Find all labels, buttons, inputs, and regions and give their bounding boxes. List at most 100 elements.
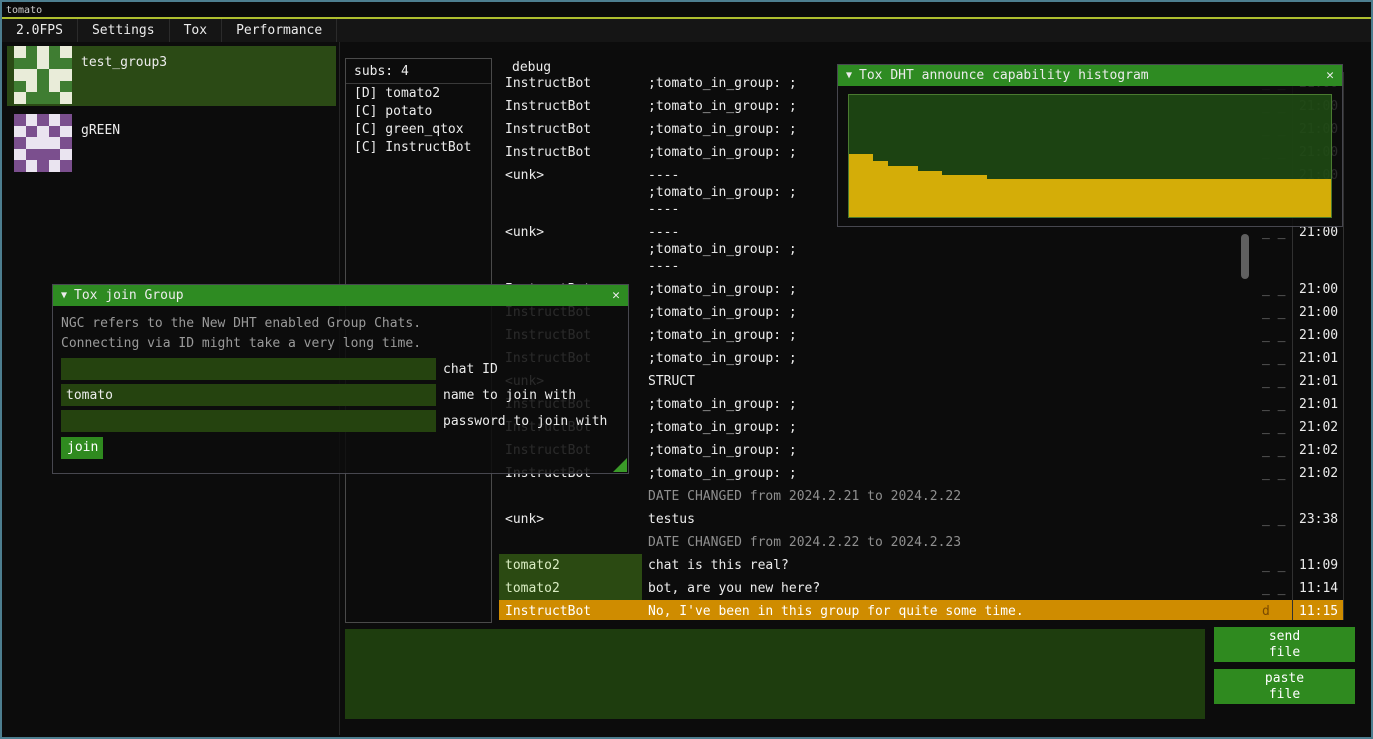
message-sender: InstructBot xyxy=(499,141,642,164)
message-text: No, I've been in this group for quite so… xyxy=(642,600,1239,620)
message-sender: InstructBot xyxy=(499,95,642,118)
message-flags: _ _ xyxy=(1257,462,1292,485)
message-scroll-gutter xyxy=(1239,600,1257,620)
dht-histogram-window: ▼ Tox DHT announce capability histogram … xyxy=(837,64,1343,227)
message-input[interactable] xyxy=(345,629,1205,719)
join-button[interactable]: join xyxy=(61,437,103,459)
message-scroll-gutter xyxy=(1239,278,1257,301)
menu-item-tox[interactable]: Tox xyxy=(170,19,222,42)
window-title: tomato xyxy=(2,3,42,18)
message-sender: <unk> xyxy=(499,508,642,531)
group-name: test_group3 xyxy=(81,55,167,70)
message-time: 21:00 xyxy=(1292,278,1344,301)
join-group-titlebar[interactable]: ▼ Tox join Group ✕ xyxy=(53,285,628,306)
join-field-label: password to join with xyxy=(443,414,607,429)
message-sender: InstructBot xyxy=(499,72,642,95)
message-time: 21:02 xyxy=(1292,462,1344,485)
message-text: DATE CHANGED from 2024.2.21 to 2024.2.22 xyxy=(642,485,1239,508)
join-field-label: name to join with xyxy=(443,388,576,403)
message-row: InstructBotNo, I've been in this group f… xyxy=(499,600,1344,620)
message-time: 21:01 xyxy=(1292,370,1344,393)
join-field-row: chat ID xyxy=(61,358,620,380)
subs-count-title: subs: 4 xyxy=(346,59,491,84)
message-text: testus xyxy=(642,508,1239,531)
resize-grip[interactable] xyxy=(613,458,627,472)
message-text: bot, are you new here? xyxy=(642,577,1239,600)
message-scroll-gutter xyxy=(1239,577,1257,600)
message-text: ;tomato_in_group: ; xyxy=(642,324,1239,347)
message-time xyxy=(1292,485,1344,508)
collapse-arrow-icon[interactable]: ▼ xyxy=(846,70,852,81)
message-scroll-gutter xyxy=(1239,416,1257,439)
menu-item-2-0fps[interactable]: 2.0FPS xyxy=(2,19,78,42)
message-flags xyxy=(1257,531,1292,554)
message-flags: _ _ xyxy=(1257,324,1292,347)
close-icon[interactable]: ✕ xyxy=(1326,68,1334,83)
message-time: 23:38 xyxy=(1292,508,1344,531)
message-flags: _ _ xyxy=(1257,370,1292,393)
message-sender: tomato2 xyxy=(499,554,642,577)
message-scroll-gutter xyxy=(1239,301,1257,324)
menu-item-performance[interactable]: Performance xyxy=(222,19,337,42)
group-avatar xyxy=(14,46,72,104)
message-scroll-gutter xyxy=(1239,462,1257,485)
message-flags: _ _ xyxy=(1257,301,1292,324)
app-window: tomato 2.0FPSSettingsToxPerformance test… xyxy=(0,0,1373,739)
message-flags: _ _ xyxy=(1257,393,1292,416)
dht-histogram-titlebar[interactable]: ▼ Tox DHT announce capability histogram … xyxy=(838,65,1342,86)
join-password-input[interactable] xyxy=(61,410,436,432)
send-file-button[interactable]: send file xyxy=(1214,627,1355,662)
message-sender xyxy=(499,485,642,508)
group-item-green[interactable]: gREEN xyxy=(7,114,336,174)
window-titlebar: tomato xyxy=(2,2,1371,17)
message-flags: _ _ xyxy=(1257,347,1292,370)
message-row: DATE CHANGED from 2024.2.22 to 2024.2.23 xyxy=(499,531,1344,554)
message-text: ;tomato_in_group: ; xyxy=(642,393,1239,416)
join-info-line: Connecting via ID might take a very long… xyxy=(61,334,620,354)
message-scroll-gutter xyxy=(1239,439,1257,462)
message-text: ;tomato_in_group: ; xyxy=(642,347,1239,370)
dht-histogram-plot xyxy=(848,94,1332,218)
group-avatar xyxy=(14,114,72,172)
group-name: gREEN xyxy=(81,123,120,138)
join-group-fields: chat ID name to join with password to join… xyxy=(61,358,620,432)
histogram-bar xyxy=(873,161,888,217)
message-text: ;tomato_in_group: ; xyxy=(642,301,1239,324)
message-time: 11:14 xyxy=(1292,577,1344,600)
menu-item-settings[interactable]: Settings xyxy=(78,19,170,42)
message-text: ;tomato_in_group: ; xyxy=(642,439,1239,462)
message-time: 11:09 xyxy=(1292,554,1344,577)
join-field-label: chat ID xyxy=(443,362,498,377)
message-time: 11:15 xyxy=(1292,600,1344,620)
message-text: ;tomato_in_group: ; xyxy=(642,278,1239,301)
histogram-bar xyxy=(918,171,943,217)
collapse-arrow-icon[interactable]: ▼ xyxy=(61,290,67,301)
message-scroll-gutter xyxy=(1239,324,1257,347)
message-text: ---- ;tomato_in_group: ; ---- xyxy=(642,221,1239,278)
message-sender: tomato2 xyxy=(499,577,642,600)
message-text: DATE CHANGED from 2024.2.22 to 2024.2.23 xyxy=(642,531,1239,554)
message-sender: InstructBot xyxy=(499,600,642,620)
join-field-row: password to join with xyxy=(61,410,620,432)
member-item[interactable]: [C] green_qtox xyxy=(346,120,491,138)
histogram-bar xyxy=(987,179,1331,217)
message-time: 21:00 xyxy=(1292,301,1344,324)
member-item[interactable]: [C] potato xyxy=(346,102,491,120)
group-item-test_group3[interactable]: test_group3 xyxy=(7,46,336,106)
member-item[interactable]: [D] tomato2 xyxy=(346,84,491,102)
member-item[interactable]: [C] InstructBot xyxy=(346,138,491,156)
join-name-input[interactable] xyxy=(61,384,436,406)
message-row: <unk>---- ;tomato_in_group: ; ----_ _21:… xyxy=(499,221,1344,278)
message-sender: <unk> xyxy=(499,164,642,221)
message-time xyxy=(1292,531,1344,554)
message-flags: _ _ xyxy=(1257,416,1292,439)
messages-scrollbar-thumb[interactable] xyxy=(1241,234,1249,279)
join-group-info-text: NGC refers to the New DHT enabled Group … xyxy=(61,314,620,354)
close-icon[interactable]: ✕ xyxy=(612,288,620,303)
message-time: 21:01 xyxy=(1292,393,1344,416)
message-sender xyxy=(499,531,642,554)
paste-file-button[interactable]: paste file xyxy=(1214,669,1355,704)
message-scroll-gutter xyxy=(1239,531,1257,554)
chat-id-input[interactable] xyxy=(61,358,436,380)
menu-bar: 2.0FPSSettingsToxPerformance xyxy=(2,19,1371,42)
